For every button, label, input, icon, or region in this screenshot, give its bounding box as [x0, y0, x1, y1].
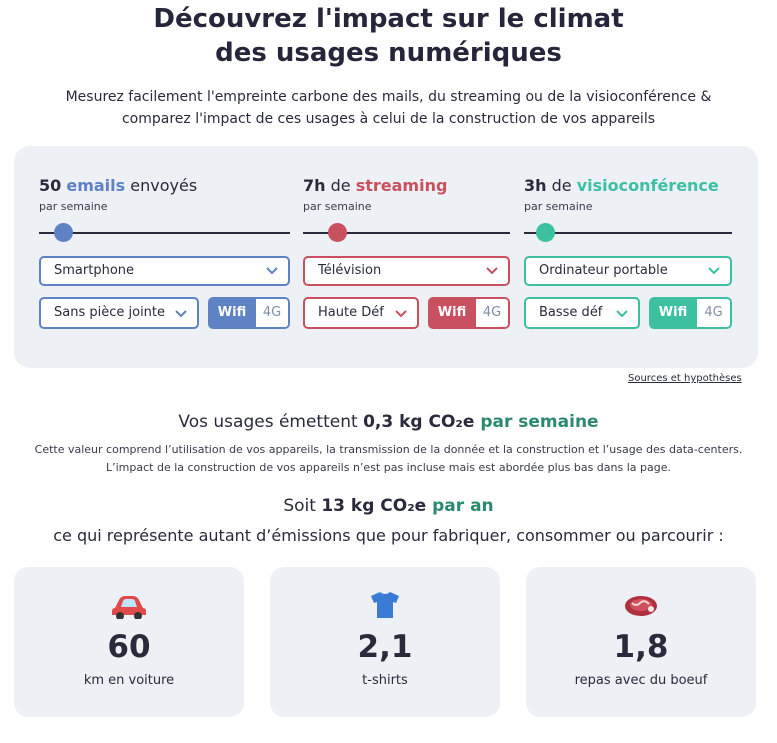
streaming-4g-option[interactable]: 4G: [476, 297, 510, 329]
streaming-device-select[interactable]: Télévision: [303, 256, 510, 286]
visio-slider-handle[interactable]: [536, 223, 555, 242]
yearly-period: par an: [426, 496, 494, 516]
yearly-result: Soit 13 kg CO₂e par an: [0, 496, 777, 516]
weekly-result-prefix: Vos usages émettent: [178, 412, 364, 432]
page-title: Découvrez l'impact sur le climat des usa…: [0, 2, 777, 70]
yearly-prefix: Soit: [283, 496, 322, 516]
streaming-keyword: streaming: [355, 176, 448, 195]
email-device-value: Smartphone: [54, 263, 135, 278]
visio-network-toggle[interactable]: Wifi 4G: [649, 297, 732, 329]
visio-quality-select[interactable]: Basse déf: [524, 297, 640, 329]
subtitle-line-2: comparez l'impact de ces usages à celui …: [121, 111, 656, 127]
chevron-down-icon: [708, 267, 720, 275]
email-keyword: emails: [66, 176, 126, 195]
email-attachment-select[interactable]: Sans pièce jointe: [39, 297, 199, 329]
sources-link[interactable]: Sources et hypothèses: [628, 373, 742, 384]
email-period: par semaine: [39, 200, 108, 213]
chevron-down-icon: [266, 267, 278, 275]
visio-4g-option[interactable]: 4G: [697, 297, 732, 329]
title-line-1: Découvrez l'impact sur le climat: [153, 4, 624, 34]
car-value: 60: [107, 629, 151, 665]
chevron-down-icon: [486, 267, 498, 275]
steak-label: repas avec du boeuf: [574, 673, 708, 688]
weekly-result: Vos usages émettent 0,3 kg CO₂e par sema…: [0, 412, 777, 432]
streaming-network-toggle[interactable]: Wifi 4G: [428, 297, 510, 329]
visio-quality-value: Basse déf: [539, 305, 603, 320]
explanation-line-1: Cette valeur comprend l’utilisation de v…: [34, 443, 743, 456]
visio-wifi-option[interactable]: Wifi: [649, 297, 697, 329]
email-suffix: envoyés: [125, 176, 198, 195]
visio-device-value: Ordinateur portable: [539, 263, 668, 278]
usage-controls-panel: 50 emails envoyés par semaine Smartphone…: [14, 146, 758, 368]
page-subtitle: Mesurez facilement l'empreinte carbone d…: [0, 86, 777, 130]
car-icon: [112, 596, 146, 619]
visio-period: par semaine: [524, 200, 593, 213]
email-slider-track[interactable]: [39, 232, 290, 234]
streaming-prefix: de: [325, 176, 356, 195]
steak-value: 1,8: [613, 629, 669, 665]
visio-device-select[interactable]: Ordinateur portable: [524, 256, 732, 286]
yearly-value: 13 kg CO₂e: [321, 496, 427, 516]
streaming-wifi-option[interactable]: Wifi: [428, 297, 476, 329]
tshirt-value: 2,1: [357, 629, 413, 665]
streaming-slider-handle[interactable]: [328, 223, 347, 242]
visio-amount: 3h: [524, 176, 547, 195]
streaming-heading: 7h de streaming: [303, 176, 447, 195]
email-4g-option[interactable]: 4G: [256, 297, 290, 329]
tshirt-label: t-shirts: [362, 673, 408, 688]
streaming-quality-value: Haute Déf: [318, 305, 384, 320]
email-device-select[interactable]: Smartphone: [39, 256, 290, 286]
subtitle-line-1: Mesurez facilement l'empreinte carbone d…: [65, 89, 712, 105]
visio-keyword: visioconférence: [576, 176, 719, 195]
steak-icon: [625, 596, 657, 616]
result-explanation: Cette valeur comprend l’utilisation de v…: [0, 441, 777, 477]
visio-slider-track[interactable]: [524, 232, 732, 234]
email-heading: 50 emails envoyés: [39, 176, 197, 195]
visio-prefix: de: [546, 176, 577, 195]
equivalent-card-car: 60 km en voiture: [14, 567, 244, 717]
chevron-down-icon: [395, 310, 407, 318]
email-amount: 50: [39, 176, 62, 195]
visio-heading: 3h de visioconférence: [524, 176, 719, 195]
email-attachment-value: Sans pièce jointe: [54, 305, 166, 320]
equivalent-card-steak: 1,8 repas avec du boeuf: [526, 567, 756, 717]
streaming-period: par semaine: [303, 200, 372, 213]
email-network-toggle[interactable]: Wifi 4G: [208, 297, 290, 329]
tshirt-icon: [371, 592, 399, 618]
streaming-quality-select[interactable]: Haute Déf: [303, 297, 419, 329]
equivalent-card-tshirt: 2,1 t-shirts: [270, 567, 500, 717]
streaming-amount: 7h: [303, 176, 326, 195]
email-slider-handle[interactable]: [54, 223, 73, 242]
explanation-line-2: L’impact de la construction de vos appar…: [105, 461, 671, 474]
title-line-2: des usages numériques: [215, 38, 562, 68]
email-wifi-option[interactable]: Wifi: [208, 297, 256, 329]
streaming-device-value: Télévision: [318, 263, 382, 278]
weekly-result-value: 0,3 kg CO₂e: [363, 412, 475, 432]
car-label: km en voiture: [83, 673, 175, 688]
chevron-down-icon: [616, 310, 628, 318]
weekly-result-period: par semaine: [474, 412, 599, 432]
chevron-down-icon: [175, 310, 187, 318]
equivalents-intro: ce qui représente autant d’émissions que…: [53, 526, 724, 545]
